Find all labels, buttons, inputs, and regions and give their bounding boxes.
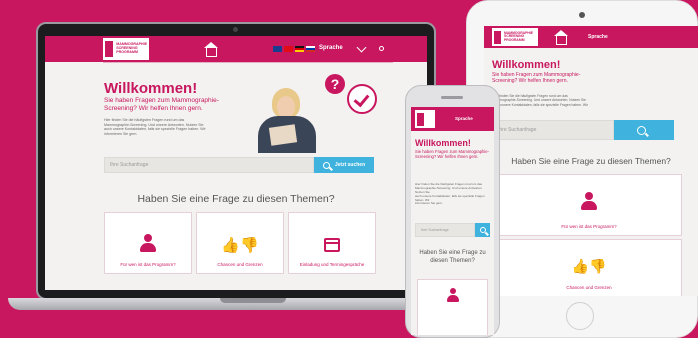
language-label[interactable]: Sprache [319, 45, 343, 51]
topic-card-program[interactable]: Für wen ist das Programm? [104, 212, 192, 274]
flag-en-icon[interactable] [273, 46, 282, 52]
woman-icon [446, 288, 459, 302]
hero-subtitle: Sie haben Fragen zum Mammographie- Scree… [104, 97, 219, 113]
hero-body: Hier finden Sie die häufigsten Fragen ru… [415, 183, 491, 209]
logo-mark-icon [494, 30, 501, 44]
phone-speaker [441, 96, 463, 99]
search-button[interactable] [475, 223, 490, 237]
tablet-home-button[interactable] [566, 302, 594, 330]
logo-mark-icon [417, 112, 424, 126]
hero-subtitle-line: Screening? Wir helfen Ihnen gern. [415, 154, 479, 160]
hero-body: Hier finden Sie die häufigsten Fragen ru… [492, 94, 692, 107]
logo-text-3: PROGRAMM [116, 49, 139, 54]
topic-card-invitation[interactable]: Einladung und Termingespräche [288, 212, 376, 274]
topic-card-chances[interactable]: 👍👎 Chancen und Grenzen [496, 239, 682, 296]
laptop-screen: MAMMOGRAPHIE SCREENING PROGRAMM Sprache … [45, 36, 427, 290]
tablet-camera [579, 12, 585, 18]
phone-screen: Sprache Willkommen! Sie haben Fragen zum… [411, 107, 494, 335]
header-divider [103, 62, 393, 63]
check-bubble-icon [347, 84, 377, 114]
face [277, 96, 295, 118]
hero-body-line: auch unsere Kontaktdaten, falls sie spez… [492, 102, 588, 107]
woman-icon [140, 234, 156, 252]
topics-title: Haben Sie eine Frage zu diesen Themen? [511, 156, 671, 166]
home-icon[interactable] [554, 30, 568, 45]
laptop-camera [233, 27, 238, 32]
settings-icon[interactable] [379, 46, 384, 51]
search-icon [322, 161, 330, 169]
phone-header: Sprache [411, 107, 494, 131]
topic-card-label: Chancen und Grenzen [217, 262, 263, 267]
laptop-notch [220, 298, 286, 303]
brochure [268, 124, 298, 146]
search-input[interactable]: Ihre Suchanfrage [415, 223, 475, 237]
thumbs-icon: 👍👎 [571, 258, 607, 274]
logo[interactable]: MAMMOGRAPHIE SCREENING PROGRAMM [103, 38, 149, 60]
topic-card-label: Einladung und Termingespräche [299, 262, 365, 267]
flag-de-icon[interactable] [295, 46, 304, 52]
topics-title-line: Haben Sie eine Frage zu [419, 250, 486, 256]
hero-subtitle: Sie haben Fragen zum Mammographie- Scree… [415, 149, 491, 159]
question-bubble-icon: ? [325, 74, 345, 94]
language-label[interactable]: Sprache [588, 34, 608, 40]
logo-mark-icon [105, 41, 114, 57]
topics-title: Haben Sie eine Frage zu diesen Themen? [411, 249, 494, 266]
search-input[interactable]: Ihre Suchanfrage [104, 157, 314, 173]
topic-card-chances[interactable]: 👍👎 Chancen und Grenzen [196, 212, 284, 274]
topic-card-label: Chancen und Grenzen [566, 285, 612, 290]
tablet-logo[interactable]: MAMMOGRAPHIE SCREENING PROGRAMM [492, 28, 538, 46]
phone-logo[interactable] [415, 110, 435, 128]
tablet-header: MAMMOGRAPHIE SCREENING PROGRAMM Sprache [484, 26, 698, 48]
hero-title: Willkommen! [104, 80, 198, 97]
topic-card-label: Für wen ist das Programm? [120, 262, 176, 267]
topic-card-label: Für wen ist das Programm? [561, 224, 617, 229]
search-input[interactable]: Ihre Suchanfrage [492, 120, 614, 140]
flag-ru-icon[interactable] [306, 46, 315, 52]
chevron-down-icon[interactable] [356, 42, 367, 53]
hero-title: Willkommen! [415, 138, 471, 148]
woman-photo [242, 88, 327, 153]
hero-title: Willkommen! [492, 59, 561, 71]
logo-text-3: PROGRAMM [504, 37, 525, 42]
flag-tr-icon[interactable] [284, 46, 293, 52]
language-label[interactable]: Sprache [455, 116, 473, 121]
search-button[interactable] [614, 120, 674, 140]
search-button-label: Jetzt suchen [334, 162, 366, 168]
woman-icon [581, 192, 597, 210]
hero-subtitle: Sie haben Fragen zum Mammographie- Scree… [492, 72, 580, 84]
search-icon [479, 227, 486, 233]
site-header: MAMMOGRAPHIE SCREENING PROGRAMM Sprache [45, 36, 427, 62]
hero-subtitle-line: Screening? Wir helfen Ihnen gern. [492, 78, 568, 84]
thumbs-icon: 👍👎 [221, 237, 259, 254]
home-icon[interactable] [204, 42, 218, 57]
hero-subtitle-line: Screening? Wir helfen Ihnen gern. [104, 104, 203, 112]
topics-title: Haben Sie eine Frage zu diesen Themen? [137, 193, 335, 205]
topics-title-line: diesen Themen? [430, 258, 475, 265]
topic-card-program[interactable] [417, 279, 488, 335]
search-button[interactable]: Jetzt suchen [314, 157, 374, 173]
hero-body: Hier finden Sie die häufigsten Fragen ru… [104, 118, 224, 137]
search-icon [637, 125, 646, 135]
topic-card-program[interactable]: Für wen ist das Programm? [496, 174, 682, 236]
hero-body-line: informieren Sie gern. [104, 132, 138, 137]
calendar-icon [324, 236, 340, 252]
hero-subtitle-line: Sie haben Fragen zum Mammographie- [104, 97, 219, 104]
hero-body-line: informieren Sie gern. [415, 201, 443, 206]
tablet-screen: MAMMOGRAPHIE SCREENING PROGRAMM Sprache … [484, 26, 698, 296]
